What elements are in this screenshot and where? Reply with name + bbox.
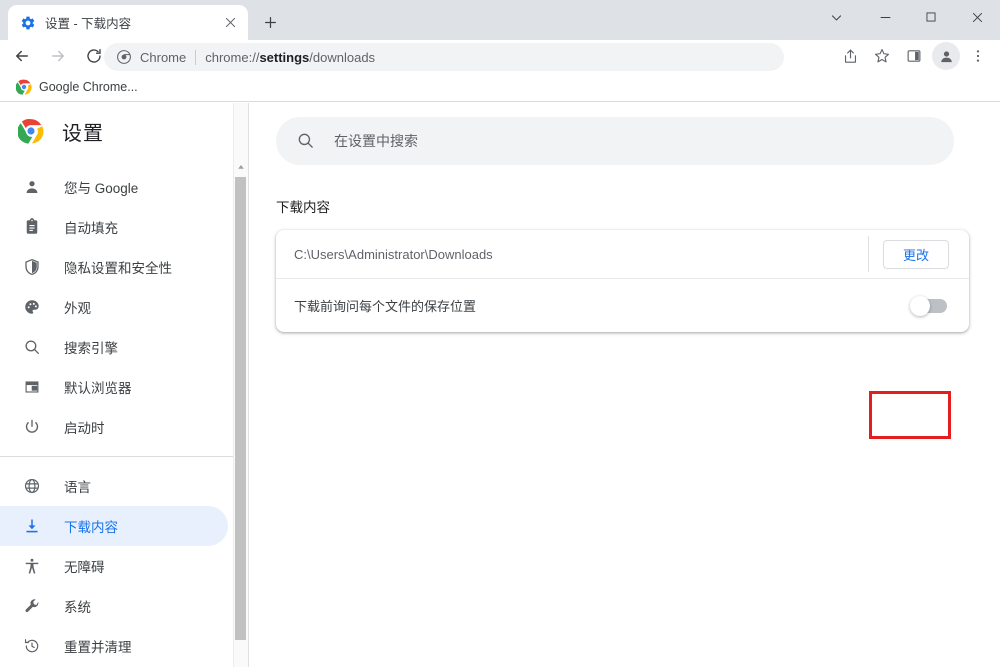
sidebar-item-label: 语言 <box>64 480 91 495</box>
change-location-button[interactable]: 更改 <box>883 239 949 269</box>
browser-window: 设置 - 下载内容 Chrome chrome://settings/downl… <box>0 0 1000 667</box>
chrome-shield-icon <box>116 49 132 65</box>
sidebar-divider <box>0 456 233 457</box>
search-icon <box>22 337 42 357</box>
sidebar-item-label: 启动时 <box>64 421 105 436</box>
download-location-row: C:\Users\Administrator\Downloads 更改 <box>276 230 969 278</box>
url-path: /downloads <box>309 49 376 65</box>
search-input[interactable] <box>334 133 934 149</box>
browser-toolbar: Chrome chrome://settings/downloads <box>0 40 1000 72</box>
settings-page: 设置 您与 Google 自动填充 隐私设置和安全性 外观 搜索引擎 默认浏览器… <box>0 103 1000 667</box>
sidebar-item-appearance[interactable]: 外观 <box>0 287 233 327</box>
close-icon[interactable] <box>220 13 240 33</box>
forward-button <box>44 42 72 70</box>
sidebar-item-label: 隐私设置和安全性 <box>64 261 172 276</box>
sidebar-item-privacy-and-security[interactable]: 隐私设置和安全性 <box>0 247 233 287</box>
sidebar-item-label: 搜索引擎 <box>64 341 118 356</box>
settings-content: 下载内容 C:\Users\Administrator\Downloads 更改… <box>249 103 1000 667</box>
settings-gear-icon <box>20 15 36 31</box>
settings-header: 设置 <box>0 103 233 159</box>
omnibox-url: chrome://settings/downloads <box>205 50 375 65</box>
share-icon[interactable] <box>836 42 864 70</box>
sidebar-item-label: 外观 <box>64 301 91 316</box>
omnibox-chip-label: Chrome <box>140 49 187 65</box>
palette-icon <box>22 297 42 317</box>
sidebar-item-reset-and-clean-up[interactable]: 重置并清理 <box>0 626 233 666</box>
minimize-icon[interactable] <box>862 0 908 34</box>
restore-clock-icon <box>22 636 42 656</box>
sidebar-item-label: 下载内容 <box>64 520 118 535</box>
address-bar[interactable]: Chrome chrome://settings/downloads <box>104 43 784 71</box>
ask-where-to-save-row: 下载前询问每个文件的保存位置 <box>276 278 969 332</box>
scroll-up-arrow-icon[interactable] <box>233 158 248 175</box>
search-box[interactable] <box>276 117 954 165</box>
sidebar-item-label: 默认浏览器 <box>64 381 132 396</box>
profile-avatar-icon[interactable] <box>932 42 960 70</box>
sidebar-item-system[interactable]: 系统 <box>0 586 233 626</box>
person-icon <box>22 177 42 197</box>
sidebar-item-label: 重置并清理 <box>64 640 132 655</box>
tab-title: 设置 - 下载内容 <box>45 17 132 31</box>
wrench-icon <box>22 596 42 616</box>
sidebar-item-search-engine[interactable]: 搜索引擎 <box>0 327 233 367</box>
sidebar-item-label: 您与 Google <box>64 181 139 196</box>
settings-menu: 您与 Google 自动填充 隐私设置和安全性 外观 搜索引擎 默认浏览器 启动… <box>0 167 233 666</box>
search-row <box>249 103 1000 165</box>
bookmark-label: Google Chrome... <box>39 79 138 94</box>
sidebar-item-downloads[interactable]: 下载内容 <box>0 506 228 546</box>
accessibility-icon <box>22 556 42 576</box>
sidebar-item-label: 自动填充 <box>64 221 118 236</box>
row-divider <box>868 236 869 272</box>
downloads-card: C:\Users\Administrator\Downloads 更改 下载前询… <box>276 230 969 332</box>
toolbar-actions <box>834 42 994 70</box>
clipboard-icon <box>22 217 42 237</box>
download-icon <box>22 516 42 536</box>
sidebar-item-autofill[interactable]: 自动填充 <box>0 207 233 247</box>
window-controls <box>810 0 1000 34</box>
sidebar-item-default-browser[interactable]: 默认浏览器 <box>0 367 233 407</box>
sidebar-item-you-and-google[interactable]: 您与 Google <box>0 167 233 207</box>
sidebar-item-on-startup[interactable]: 启动时 <box>0 407 233 447</box>
section-title: 下载内容 <box>276 200 330 215</box>
side-panel-icon[interactable] <box>900 42 928 70</box>
tab-strip: 设置 - 下载内容 <box>0 0 1000 40</box>
ask-where-to-save-toggle[interactable] <box>910 295 947 316</box>
url-host: settings <box>259 49 310 65</box>
bookmark-star-icon[interactable] <box>868 42 896 70</box>
shield-icon <box>22 257 42 277</box>
back-button[interactable] <box>8 42 36 70</box>
sidebar-scrollbar-thumb[interactable] <box>235 177 246 640</box>
toggle-knob <box>910 295 930 316</box>
power-icon <box>22 417 42 437</box>
ask-where-to-save-label: 下载前询问每个文件的保存位置 <box>294 299 477 314</box>
new-tab-button[interactable] <box>256 8 284 36</box>
sidebar-item-label: 无障碍 <box>64 560 105 575</box>
browser-tab[interactable]: 设置 - 下载内容 <box>8 5 248 40</box>
bookmarks-bar: Google Chrome... <box>0 72 1000 102</box>
bookmark-item[interactable]: Google Chrome... <box>10 76 144 98</box>
sidebar-item-accessibility[interactable]: 无障碍 <box>0 546 233 586</box>
more-menu-icon[interactable] <box>964 42 992 70</box>
chrome-logo-icon <box>15 79 32 95</box>
close-icon[interactable] <box>954 0 1000 34</box>
chrome-logo-icon <box>17 118 44 144</box>
search-icon <box>296 131 316 151</box>
page-title: 设置 <box>62 122 104 145</box>
browser-window-icon <box>22 377 42 397</box>
sidebar-item-label: 系统 <box>64 600 91 615</box>
sidebar-item-languages[interactable]: 语言 <box>0 466 233 506</box>
omnibox-separator <box>195 49 197 65</box>
chevron-down-icon[interactable] <box>810 0 862 34</box>
settings-sidebar: 设置 您与 Google 自动填充 隐私设置和安全性 外观 搜索引擎 默认浏览器… <box>0 103 233 667</box>
download-location-value: C:\Users\Administrator\Downloads <box>294 246 493 262</box>
url-prefix: chrome:// <box>205 49 260 65</box>
globe-icon <box>22 476 42 496</box>
maximize-icon[interactable] <box>908 0 954 34</box>
